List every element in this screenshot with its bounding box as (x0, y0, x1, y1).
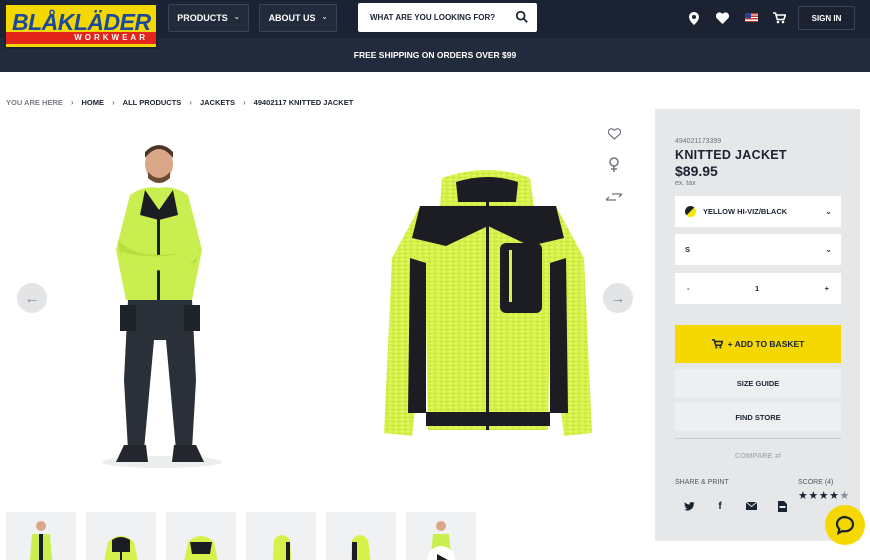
products-menu-button[interactable]: PRODUCTS ⌄ (168, 4, 249, 32)
products-menu-label: PRODUCTS (177, 13, 228, 23)
star-full-icon: ★ (829, 490, 840, 502)
thumbnail-strip (6, 512, 476, 560)
wishlist-heart-icon[interactable] (604, 124, 624, 144)
cart-icon[interactable] (771, 10, 787, 26)
search-input[interactable] (370, 13, 510, 22)
star-full-icon: ★ (818, 490, 830, 502)
sign-in-button[interactable]: SIGN IN (798, 6, 855, 30)
quantity-stepper: - 1 + (675, 273, 841, 304)
quantity-decrease-button[interactable]: - (687, 284, 690, 293)
compare-button[interactable]: COMPARE ⇄ (675, 451, 841, 460)
size-guide-button[interactable]: SIZE GUIDE (675, 369, 841, 397)
quantity-value[interactable]: 1 (755, 284, 759, 293)
cart-icon (711, 339, 723, 349)
breadcrumb-home[interactable]: HOME (82, 98, 105, 107)
breadcrumb-all-products[interactable]: ALL PRODUCTS (123, 98, 182, 107)
size-select-value: S (685, 245, 691, 254)
compare-arrows-icon[interactable] (604, 187, 624, 207)
thumbnail-video[interactable] (406, 512, 476, 560)
add-to-basket-label: + ADD TO BASKET (727, 339, 805, 349)
chevron-down-icon: ⌄ (233, 14, 240, 21)
thumbnail-jacket-side[interactable] (246, 512, 316, 560)
tax-note: ex. tax (675, 180, 696, 187)
share-icons: f (683, 500, 788, 512)
gallery-prev-arrow-icon[interactable]: ← (17, 283, 47, 313)
heart-icon[interactable] (714, 10, 730, 26)
find-store-button[interactable]: FIND STORE (675, 403, 841, 431)
breadcrumb-jackets[interactable]: JACKETS (200, 98, 235, 107)
about-menu-label: ABOUT US (268, 13, 316, 23)
brand-logo[interactable]: BLÅKLÄDER WORKWEAR (4, 3, 158, 49)
twitter-icon[interactable] (683, 500, 695, 512)
rating-stars: ★★★★★ (798, 489, 850, 502)
chevron-down-icon: ⌄ (825, 245, 832, 254)
color-swatch-icon (685, 206, 696, 217)
size-select[interactable]: S ⌄ (675, 234, 841, 265)
breadcrumb-separator-icon: › (70, 98, 74, 107)
location-pin-icon[interactable] (686, 10, 702, 26)
chat-support-button[interactable] (825, 505, 865, 545)
gender-female-icon[interactable] (604, 155, 624, 175)
search-icon[interactable] (515, 10, 529, 24)
breadcrumb-separator-icon: › (242, 98, 246, 107)
add-to-basket-button[interactable]: + ADD TO BASKET (675, 325, 841, 363)
us-flag-icon[interactable] (745, 13, 758, 22)
gallery-next-arrow-icon[interactable]: → (603, 283, 633, 313)
breadcrumb-separator-icon: › (112, 98, 115, 107)
compare-arrows-icon: ⇄ (774, 451, 782, 460)
chat-bubble-icon (835, 515, 855, 535)
product-image-model[interactable] (100, 140, 230, 470)
product-sku: 494021173399 (675, 138, 722, 145)
breadcrumb-prefix: YOU ARE HERE (6, 98, 63, 107)
score-label: SCORE (4) (798, 479, 834, 486)
star-half-icon: ★ (839, 490, 850, 502)
product-image-jacket[interactable] (380, 168, 595, 443)
email-icon[interactable] (745, 500, 757, 512)
breadcrumb-separator-icon: › (189, 98, 192, 107)
chevron-down-icon: ⌄ (321, 14, 328, 21)
share-print-label: SHARE & PRINT (675, 479, 729, 486)
about-menu-button[interactable]: ABOUT US ⌄ (259, 4, 337, 32)
search-box[interactable] (358, 3, 537, 32)
facebook-icon[interactable]: f (714, 500, 726, 512)
chevron-down-icon: ⌄ (825, 207, 832, 216)
thumbnail-jacket-front[interactable] (86, 512, 156, 560)
product-info-panel: 494021173399 KNITTED JACKET $89.95 ex. t… (655, 109, 860, 541)
panel-divider (675, 438, 841, 439)
product-title: KNITTED JACKET (675, 148, 787, 162)
star-full-icon: ★ (798, 490, 809, 502)
quantity-increase-button[interactable]: + (825, 284, 829, 293)
breadcrumb-current: 49402117 KNITTED JACKET (253, 98, 354, 107)
product-price: $89.95 (675, 163, 718, 179)
pdf-icon[interactable] (776, 500, 788, 512)
star-full-icon: ★ (808, 490, 819, 502)
color-select-value: YELLOW HI-VIZ/BLACK (703, 207, 788, 216)
breadcrumb: YOU ARE HERE › HOME › ALL PRODUCTS › JAC… (6, 98, 353, 107)
color-select[interactable]: YELLOW HI-VIZ/BLACK ⌄ (675, 196, 841, 227)
thumbnail-jacket-side-2[interactable] (326, 512, 396, 560)
brand-logo-tagline: WORKWEAR (6, 32, 156, 44)
compare-label: COMPARE (734, 451, 773, 460)
thumbnail-model-front[interactable] (6, 512, 76, 560)
thumbnail-jacket-back[interactable] (166, 512, 236, 560)
